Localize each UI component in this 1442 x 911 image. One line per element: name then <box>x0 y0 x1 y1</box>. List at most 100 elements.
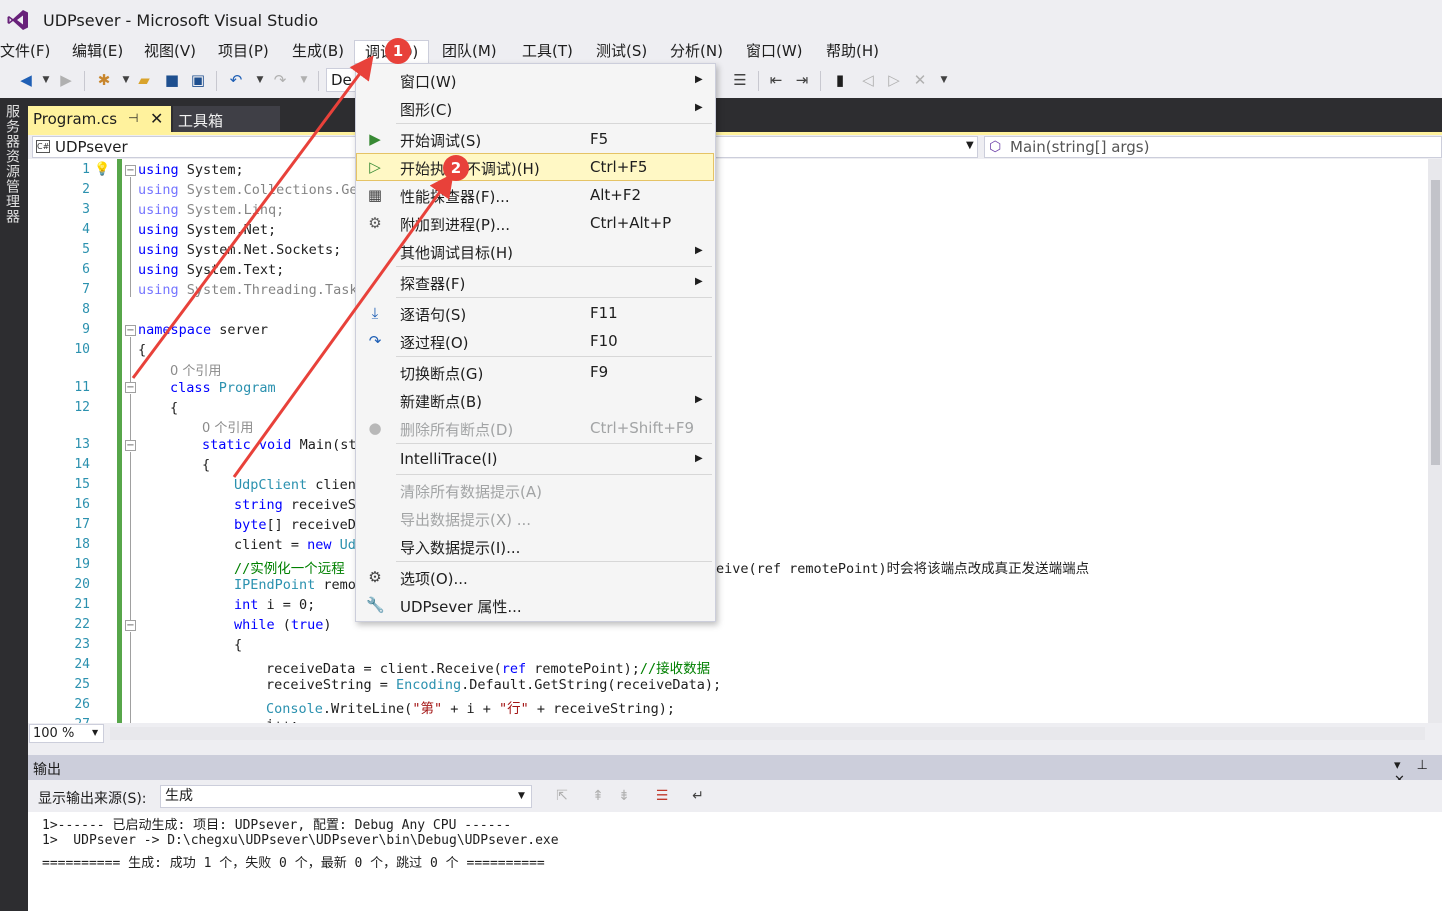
clear-all-icon[interactable]: ☰ <box>652 786 672 806</box>
close-tab-icon[interactable]: ✕ <box>150 109 163 128</box>
next-bookmark-icon[interactable]: ▷ <box>884 70 904 90</box>
line-number: 16 <box>74 497 90 512</box>
menu-item-label: 导入数据提示(I)... <box>400 539 521 557</box>
menu-project[interactable]: 项目(P) <box>218 40 269 63</box>
word-wrap-icon[interactable]: ↵ <box>688 786 708 806</box>
line-number: 19 <box>74 557 90 572</box>
prev-message-icon[interactable]: ⇞ <box>588 786 608 806</box>
save-icon[interactable]: ■ <box>162 70 182 90</box>
submenu-arrow-icon: ▶ <box>695 394 703 405</box>
undo-icon[interactable]: ↶ <box>226 70 246 90</box>
menu-help[interactable]: 帮助(H) <box>826 40 879 63</box>
output-source-label: 显示输出来源(S): <box>38 791 147 807</box>
window-title: UDPsever - Microsoft Visual Studio <box>43 11 319 30</box>
submenu-arrow-icon: ▶ <box>695 74 703 85</box>
chevron-down-icon[interactable]: ▼ <box>518 791 525 801</box>
reference-count-lens[interactable]: 0 个引用 <box>170 360 221 379</box>
code-text: System.Net.Sockets; <box>178 242 342 258</box>
collapse-toggle[interactable]: − <box>125 620 136 631</box>
annotation-badge-1: 1 <box>385 38 411 64</box>
collapse-toggle[interactable]: − <box>125 325 136 336</box>
back-dropdown-icon[interactable]: ▼ <box>36 70 56 90</box>
code-line: using System.Threading.Task <box>138 282 357 298</box>
collapse-toggle[interactable]: − <box>125 165 136 176</box>
menu-item-label: 逐过程(O) <box>400 334 469 352</box>
tab-toolbox-label: 工具箱 <box>178 112 224 130</box>
output-line: ========== 生成: 成功 1 个，失败 0 个，最新 0 个，跳过 0… <box>42 856 545 871</box>
fold-guide <box>130 632 131 723</box>
pin-tab-icon[interactable]: ⊣ <box>128 111 138 125</box>
menu-window[interactable]: 窗口(W) <box>746 40 803 63</box>
code-line: { <box>138 342 147 358</box>
new-dropdown-icon[interactable]: ▼ <box>116 70 136 90</box>
back-icon[interactable]: ◀ <box>16 70 36 90</box>
line-number: 25 <box>74 677 90 692</box>
code-text: receiveString = <box>266 677 397 693</box>
bookmark-icon[interactable]: ▮ <box>830 70 850 90</box>
submenu-arrow-icon: ▶ <box>695 276 703 287</box>
prev-bookmark-icon[interactable]: ◁ <box>858 70 878 90</box>
toolbar-separator <box>216 71 217 91</box>
clear-bookmarks-icon[interactable]: ✕ <box>910 70 930 90</box>
member-dropdown-label: Main(string[] args) <box>1010 138 1150 156</box>
horizontal-scrollbar[interactable] <box>110 727 1425 740</box>
menu-item-label: 导出数据提示(X) ... <box>400 511 532 529</box>
line-number: 10 <box>74 342 90 357</box>
menu-item-label: 开始执行(不调试)(H) <box>400 160 540 178</box>
chevron-down-icon[interactable]: ▼ <box>92 728 98 737</box>
chevron-down-icon[interactable]: ▼ <box>966 140 974 151</box>
vertical-scrollbar-thumb[interactable] <box>1431 180 1440 465</box>
find-message-icon[interactable]: ⇱ <box>552 786 572 806</box>
code-text: System.Text; <box>178 262 285 278</box>
comment-icon[interactable]: ☰ <box>730 70 750 90</box>
indent-icon[interactable]: ⇥ <box>792 70 812 90</box>
code-keyword: using <box>138 202 179 218</box>
redo-icon[interactable]: ↷ <box>270 70 290 90</box>
menu-item-label: 开始调试(S) <box>400 132 482 150</box>
line-number: 6 <box>82 262 90 277</box>
menu-view[interactable]: 视图(V) <box>144 40 196 63</box>
code-text: ) <box>323 617 332 633</box>
output-source-select[interactable]: 生成 <box>160 785 532 808</box>
code-text: System.Linq; <box>178 202 285 218</box>
line-number: 17 <box>74 517 90 532</box>
reference-count-lens[interactable]: 0 个引用 <box>202 417 253 436</box>
next-message-icon[interactable]: ⇟ <box>614 786 634 806</box>
menu-item-label: 探查器(F) <box>400 275 466 293</box>
menu-edit[interactable]: 编辑(E) <box>72 40 123 63</box>
fold-guide <box>130 452 131 622</box>
collapse-toggle[interactable]: − <box>125 382 136 393</box>
collapse-toggle[interactable]: − <box>125 440 136 451</box>
menu-team[interactable]: 团队(M) <box>442 40 497 63</box>
code-text: [] receiveD <box>266 517 356 533</box>
step-into-icon: ⤓ <box>371 304 379 322</box>
menu-item-shortcut: F5 <box>590 130 609 148</box>
server-explorer-tab[interactable]: 服务器资源管理器 <box>2 104 22 224</box>
menu-item-shortcut: Ctrl+Shift+F9 <box>590 419 695 437</box>
output-line: 1> UDPsever -> D:\chegxu\UDPsever\UDPsev… <box>42 833 559 848</box>
code-line: { <box>234 637 243 653</box>
outdent-icon[interactable]: ⇤ <box>766 70 786 90</box>
code-line: client = new Ud <box>234 537 356 553</box>
code-line: receiveString = Encoding.Default.GetStri… <box>266 677 721 693</box>
menu-item-label: 新建断点(B) <box>400 393 482 411</box>
menu-tools[interactable]: 工具(T) <box>522 40 573 63</box>
submenu-arrow-icon: ▶ <box>695 453 703 464</box>
menu-analyze[interactable]: 分析(N) <box>670 40 723 63</box>
toolbar-options-icon[interactable]: ▼ <box>934 70 954 90</box>
code-text: remo <box>315 577 356 593</box>
new-project-icon[interactable]: ✱ <box>94 70 114 90</box>
menu-file[interactable]: 文件(F) <box>0 40 50 63</box>
menu-build[interactable]: 生成(B) <box>292 40 344 63</box>
save-all-icon[interactable]: ▣ <box>188 70 208 90</box>
undo-dropdown-icon[interactable]: ▼ <box>250 70 270 90</box>
code-line: Console.WriteLine("第" + i + "行" + receiv… <box>266 697 675 717</box>
code-line: receiveData = client.Receive(ref remoteP… <box>266 657 710 677</box>
solution-configuration-select[interactable]: De <box>326 68 358 92</box>
menu-test[interactable]: 测试(S) <box>596 40 647 63</box>
redo-dropdown-icon[interactable]: ▼ <box>294 70 314 90</box>
line-number: 21 <box>74 597 90 612</box>
open-file-icon[interactable]: ▰ <box>134 70 154 90</box>
forward-icon[interactable]: ▶ <box>56 70 76 90</box>
lightbulb-icon[interactable]: 💡 <box>94 162 110 177</box>
